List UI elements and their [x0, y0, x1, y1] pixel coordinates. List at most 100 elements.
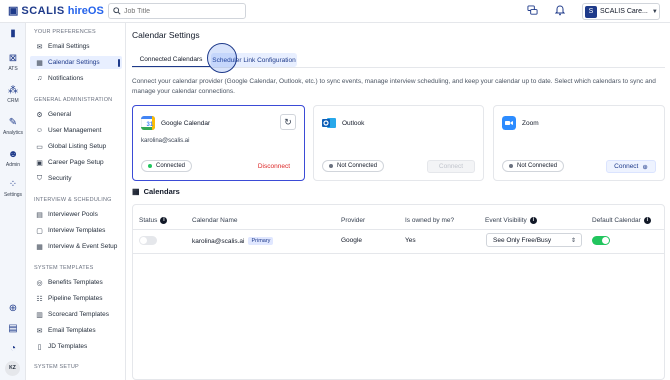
section-title: INTERVIEW & SCHEDULING [34, 197, 112, 203]
connect-button[interactable]: Connect ⊕ [606, 160, 656, 173]
calendar-icon: ▦ [36, 243, 43, 251]
provider-card-google[interactable]: 31 Google Calendar ↻ karolina@scalis.ai … [132, 105, 305, 181]
status-dot-icon [509, 164, 513, 168]
sidebar-item-global-listing[interactable]: ▭ Global Listing Setup [30, 140, 122, 153]
messages-icon[interactable] [526, 5, 538, 17]
calendars-heading: ▦ Calendars [132, 187, 180, 196]
chevron-updown-icon: ⇕ [570, 237, 576, 244]
default-calendar-toggle[interactable] [592, 236, 610, 245]
check-circle-icon: ◎ [36, 279, 43, 287]
provider-card-outlook[interactable]: Outlook Not Connected Connect [313, 105, 484, 181]
section-title: GENERAL ADMINISTRATION [34, 97, 113, 103]
mail-icon: ✉ [36, 327, 43, 335]
sidebar-item-calendar-settings[interactable]: ▦ Calendar Settings [30, 56, 122, 69]
event-visibility-select[interactable]: See Only Free/Busy ⇕ [486, 233, 582, 247]
image-icon: ▣ [36, 159, 43, 167]
calendars-table: Status i Calendar Name Provider Is owned … [132, 204, 665, 380]
rail-item-ats[interactable]: ⊠ ATS [0, 53, 26, 72]
sidebar-item-scorecard-templates[interactable]: ▥ Scorecard Templates [30, 308, 122, 321]
disconnect-button[interactable]: Disconnect [258, 163, 290, 170]
sidebar-item-interview-templates[interactable]: ▢ Interview Templates [30, 224, 122, 237]
caret-down-icon: ▼ [651, 8, 658, 15]
search-box[interactable] [108, 3, 246, 19]
calendar-icon: ▦ [132, 187, 140, 196]
rail-label: CRM [7, 98, 19, 104]
provider-name: Outlook [342, 120, 365, 127]
sidebar-item-pipeline-templates[interactable]: ☷ Pipeline Templates [30, 292, 122, 305]
rail-label: Admin [5, 162, 21, 168]
section-title: SYSTEM SETUP [34, 364, 79, 370]
provider-name: Zoom [522, 120, 539, 127]
add-icon[interactable]: ⊕ [0, 303, 26, 315]
column-header: Provider [341, 217, 366, 224]
rail-item-analytics[interactable]: ✎ Analytics [0, 117, 26, 136]
arrow-circle-icon: ⊕ [642, 163, 648, 171]
table-row: karolina@scalis.ai Primary [192, 237, 274, 245]
search-input[interactable] [124, 7, 234, 15]
sidebar-item-notifications[interactable]: ♫ Notifications [30, 72, 122, 85]
column-header: Default Calendar i [592, 217, 651, 224]
sidebar-item-interview-event-setup[interactable]: ▦ Interview & Event Setup [30, 240, 122, 253]
refresh-button[interactable]: ↻ [280, 114, 296, 130]
page-title: Calendar Settings [132, 30, 200, 40]
google-calendar-icon: 31 [141, 116, 155, 130]
admin-icon: ☻ [7, 149, 19, 160]
status-badge: Not Connected [502, 160, 565, 172]
sidebar-item-security[interactable]: ⛉ Security [30, 172, 122, 185]
bookmark-icon: ▮ [10, 28, 16, 39]
product-name: hireOS [67, 4, 104, 17]
tab-connected-calendars[interactable]: Connected Calendars [132, 53, 210, 67]
provider-name: Google Calendar [161, 120, 211, 127]
help-icon[interactable]: ◔ [0, 343, 26, 355]
sidebar-item-general[interactable]: ⚙ General [30, 108, 122, 121]
sidebar-item-user-management[interactable]: ☺ User Management [30, 124, 122, 137]
pipeline-icon: ☷ [36, 295, 43, 303]
provider-card-zoom[interactable]: Zoom Not Connected Connect ⊕ [493, 105, 665, 181]
status-toggle[interactable] [139, 236, 157, 245]
bell-icon: ♫ [36, 75, 43, 82]
app-rail: ▮ ⊠ ATS ⁂ CRM ✎ Analytics ☻ Admin ⁘ Sett… [0, 23, 26, 380]
mail-icon: ✉ [36, 43, 43, 51]
org-name: SCALIS Care... [600, 8, 648, 15]
users-icon: ☺ [35, 127, 44, 134]
connected-email: karolina@scalis.ai [141, 138, 190, 144]
org-switcher[interactable]: S SCALIS Care... ▼ [582, 3, 660, 20]
status-badge: Connected [141, 160, 193, 172]
info-icon: i [529, 217, 537, 224]
provider-cell: Google [341, 237, 362, 244]
template-icon: ▢ [36, 227, 43, 235]
badge-icon[interactable]: ▤ [0, 323, 26, 335]
column-header: Is owned by me? [405, 217, 455, 224]
calendar-name: karolina@scalis.ai [192, 237, 245, 245]
sidebar-item-interviewer-pools[interactable]: ▤ Interviewer Pools [30, 208, 122, 221]
calendar-icon: ▦ [36, 59, 43, 67]
rail-item-admin[interactable]: ☻ Admin [0, 149, 26, 168]
column-header: Status i [139, 217, 168, 224]
rail-item-crm[interactable]: ⁂ CRM [0, 85, 26, 104]
owned-cell: Yes [405, 237, 416, 244]
status-badge: Not Connected [322, 160, 385, 172]
section-title: YOUR PREFERENCES [34, 29, 96, 35]
sidebar-item-jd-templates[interactable]: ▯ JD Templates [30, 340, 122, 353]
avatar[interactable]: KZ [5, 361, 20, 376]
sidebar-item-email-settings[interactable]: ✉ Email Settings [30, 40, 122, 53]
search-icon [113, 7, 121, 15]
top-bar: ▣ SCALIS hireOS S SCALIS Care... ▼ [0, 0, 670, 23]
sidebar-item-career-page[interactable]: ▣ Career Page Setup [30, 156, 122, 169]
column-header: Event Visibility i [485, 217, 537, 224]
sidebar-item-benefits-templates[interactable]: ◎ Benefits Templates [30, 276, 122, 289]
analytics-icon: ✎ [8, 117, 18, 128]
connect-button[interactable]: Connect [427, 160, 475, 173]
section-title: SYSTEM TEMPLATES [34, 265, 94, 271]
bell-icon[interactable] [554, 5, 566, 17]
rail-item-settings[interactable]: ⁘ Settings [0, 179, 26, 198]
sidebar-item-email-templates[interactable]: ✉ Email Templates [30, 324, 122, 337]
logo[interactable]: ▣ SCALIS hireOS [8, 4, 104, 18]
org-logo-icon: S [585, 5, 597, 18]
rail-item-bookmark[interactable]: ▮ [0, 28, 26, 40]
refresh-icon: ↻ [284, 117, 292, 127]
gear-icon: ⚙ [36, 111, 43, 119]
settings-sidebar: YOUR PREFERENCES ✉ Email Settings ▦ Cale… [26, 23, 126, 380]
scorecard-icon: ▥ [36, 311, 43, 319]
document-icon: ▯ [37, 343, 42, 351]
